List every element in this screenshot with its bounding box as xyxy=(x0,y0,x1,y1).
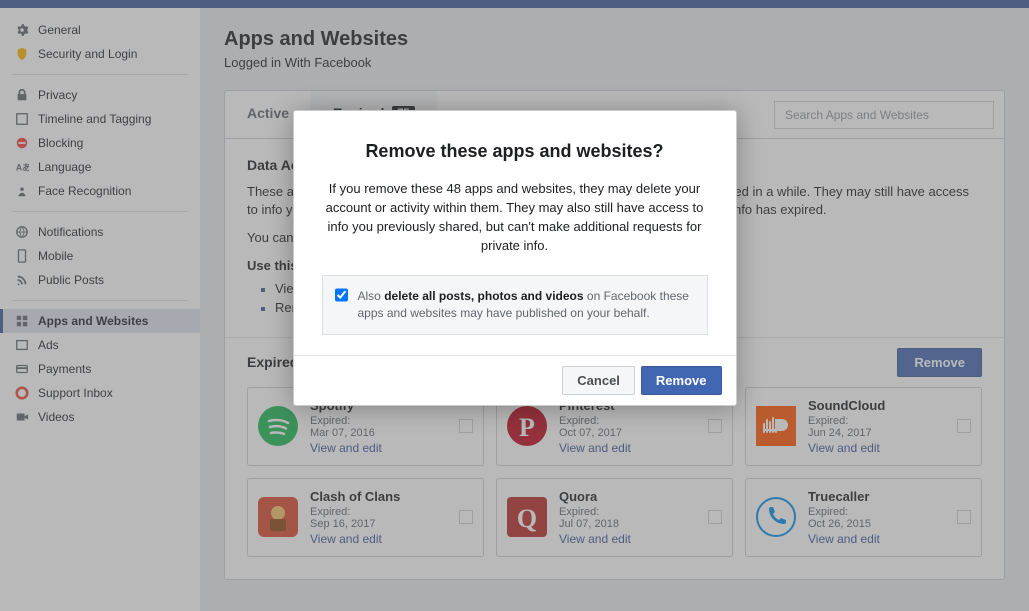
remove-button[interactable]: Remove xyxy=(641,366,722,395)
delete-posts-label: Also delete all posts, photos and videos… xyxy=(358,288,695,322)
delete-posts-box: Also delete all posts, photos and videos… xyxy=(322,275,708,335)
modal-overlay: Remove these apps and websites? If you r… xyxy=(0,0,1029,611)
delete-posts-checkbox[interactable] xyxy=(335,288,348,302)
modal-body-text: If you remove these 48 apps and websites… xyxy=(322,180,708,255)
remove-modal: Remove these apps and websites? If you r… xyxy=(293,110,737,406)
modal-title: Remove these apps and websites? xyxy=(322,141,708,162)
cancel-button[interactable]: Cancel xyxy=(562,366,635,395)
modal-footer: Cancel Remove xyxy=(294,355,736,405)
